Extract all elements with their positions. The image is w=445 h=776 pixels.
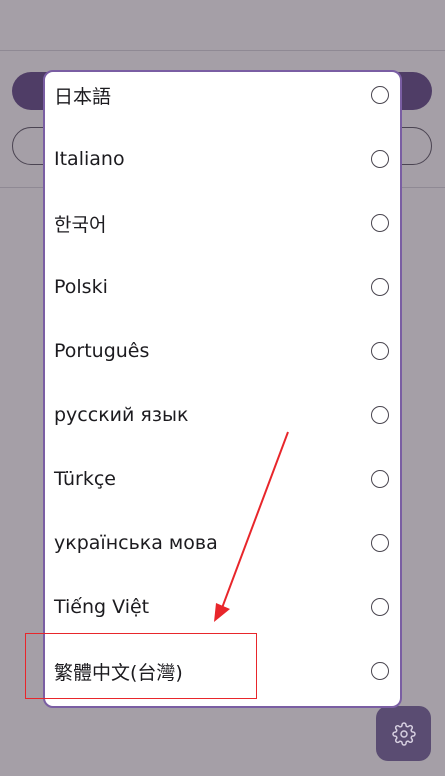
- radio-button[interactable]: [371, 534, 389, 552]
- gear-icon: [391, 721, 416, 746]
- radio-button[interactable]: [371, 470, 389, 488]
- language-label: 한국어: [54, 213, 107, 236]
- language-label: 繁體中文(台灣): [54, 661, 183, 684]
- radio-button[interactable]: [371, 342, 389, 360]
- language-label: русский язык: [54, 404, 189, 426]
- language-option-russian[interactable]: русский язык: [45, 383, 400, 447]
- language-option-polish[interactable]: Polski: [45, 255, 400, 319]
- language-option-portuguese[interactable]: Português: [45, 319, 400, 383]
- language-label: Português: [54, 340, 150, 362]
- language-option-ukrainian[interactable]: українська мова: [45, 511, 400, 575]
- radio-button[interactable]: [371, 150, 389, 168]
- language-option-japanese[interactable]: 日本語: [45, 72, 400, 127]
- radio-button[interactable]: [371, 662, 389, 680]
- language-option-vietnamese[interactable]: Tiếng Việt: [45, 575, 400, 639]
- radio-button[interactable]: [371, 86, 389, 104]
- radio-button[interactable]: [371, 406, 389, 424]
- language-option-italian[interactable]: Italiano: [45, 127, 400, 191]
- language-option-korean[interactable]: 한국어: [45, 191, 400, 255]
- radio-button[interactable]: [371, 598, 389, 616]
- language-dialog: 日本語 Italiano 한국어 Polski Português русски…: [43, 70, 402, 708]
- radio-button[interactable]: [371, 278, 389, 296]
- language-option-turkish[interactable]: Türkçe: [45, 447, 400, 511]
- language-label: 日本語: [54, 85, 112, 108]
- language-label: українська мова: [54, 532, 218, 554]
- language-list[interactable]: 日本語 Italiano 한국어 Polski Português русски…: [45, 72, 400, 703]
- language-label: Türkçe: [54, 468, 116, 490]
- language-label: Polski: [54, 276, 108, 298]
- radio-button[interactable]: [371, 214, 389, 232]
- language-option-traditional-chinese[interactable]: 繁體中文(台灣): [45, 639, 400, 703]
- settings-button[interactable]: [376, 706, 431, 761]
- language-label: Tiếng Việt: [54, 596, 150, 618]
- language-label: Italiano: [54, 148, 125, 170]
